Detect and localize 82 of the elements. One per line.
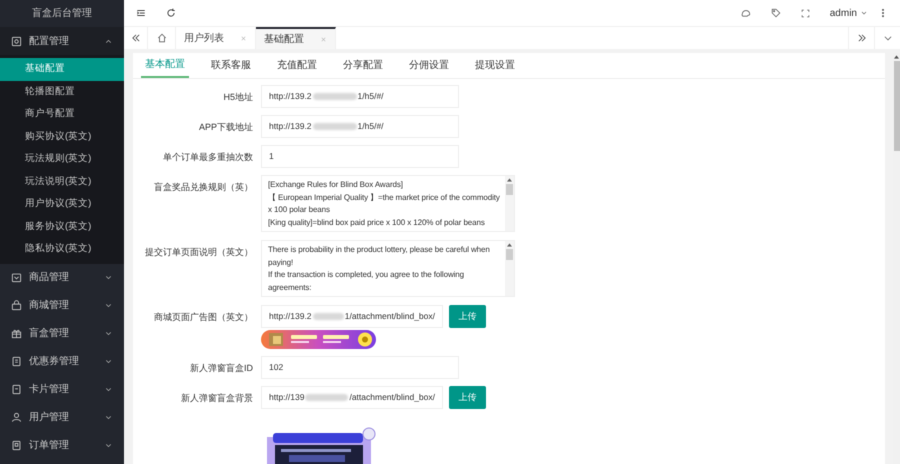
menu-item[interactable]: 基础配置 xyxy=(0,58,124,80)
menu-group[interactable]: 订单管理 xyxy=(0,432,124,460)
input-field[interactable]: http://139.2 1/attachment/blind_box/ xyxy=(261,305,443,328)
scrollbar-thumb[interactable] xyxy=(894,61,900,151)
menu-group[interactable]: 用户管理 xyxy=(0,404,124,432)
calendar-icon xyxy=(11,272,22,283)
scrollbar[interactable] xyxy=(505,241,514,296)
text-line: There is probability in the product lottery, please be careful when paying! xyxy=(268,244,491,269)
tab-label: 基础配置 xyxy=(264,32,304,46)
text-area[interactable]: [Exchange Rules for Blind Box Awards] 【 European Imperial Quality 】=the market price of the commodity x 100 polar beans [King quality]=blind box paid price x 100 x 120% of polar beans xyxy=(261,175,515,232)
ticket-icon xyxy=(11,356,22,367)
blurred-text xyxy=(305,394,348,401)
menu-item[interactable]: 商户号配置 xyxy=(0,103,124,126)
scrollbar-thumb[interactable] xyxy=(506,249,513,260)
sub-tab[interactable]: 提现设置 xyxy=(471,53,519,78)
menu-icon xyxy=(136,8,146,18)
text-line: 【 European Imperial Quality 】=the market price of the commodity x 100 polar beans xyxy=(268,192,501,216)
upload-button[interactable]: 上传 xyxy=(449,386,486,409)
menu-item[interactable]: 玩法规则(英文) xyxy=(0,148,124,170)
sub-tab[interactable]: 分佣设置 xyxy=(405,53,453,78)
input-field[interactable]: http://139.2 1/h5/#/ xyxy=(261,115,459,138)
menu-item[interactable]: 隐私协议(英文) xyxy=(0,238,124,260)
menu-item[interactable]: 玩法说明(英文) xyxy=(0,170,124,193)
upload-button[interactable]: 上传 xyxy=(449,305,486,328)
gear-icon xyxy=(11,36,22,46)
field-label: 盲盒奖品兑换规则（英） xyxy=(154,182,253,192)
sub-tab[interactable]: 分享配置 xyxy=(339,53,387,78)
user-menu[interactable]: admin xyxy=(830,6,857,20)
card-icon xyxy=(11,384,22,395)
scrollbar-thumb[interactable] xyxy=(506,184,513,195)
arrow-up-icon[interactable] xyxy=(507,176,512,184)
menu-group[interactable]: 优惠券管理 xyxy=(0,348,124,376)
field-label: 新人弹窗盲盒ID xyxy=(190,363,253,373)
bag-icon xyxy=(11,300,22,311)
input-field[interactable]: 102 xyxy=(261,356,459,379)
user-icon xyxy=(11,412,22,423)
input-field[interactable]: http://139.2 1/h5/#/ xyxy=(261,85,459,108)
field-label: APP下载地址 xyxy=(198,122,253,132)
field-label: 新人弹窗盲盒背景 xyxy=(181,393,253,403)
tag-icon xyxy=(770,8,781,18)
chevron-down-icon xyxy=(860,9,868,17)
field-label: 单个订单最多重抽次数 xyxy=(163,152,253,162)
close-icon xyxy=(240,34,247,42)
tab-label: 用户列表 xyxy=(184,32,224,46)
blurred-text xyxy=(312,123,357,130)
menu-item[interactable]: 服务协议(英文) xyxy=(0,216,124,238)
sub-tab[interactable]: 联系客服 xyxy=(207,53,255,78)
sub-tab[interactable]: 基本配置 xyxy=(141,53,189,78)
menu-item[interactable]: 用户协议(英文) xyxy=(0,193,124,216)
text-line: [King quality]=blind box paid price x 100 x 120% of polar beans xyxy=(268,216,486,229)
scrollbar[interactable] xyxy=(505,176,514,231)
clipboard-icon xyxy=(11,440,22,451)
page-tab[interactable]: 基础配置 xyxy=(256,27,336,49)
menu-item[interactable]: 轮播图配置 xyxy=(0,80,124,103)
menu-item[interactable]: 购买协议(英文) xyxy=(0,126,124,148)
menu-group[interactable]: 商品管理 xyxy=(0,264,124,292)
menu-group[interactable]: 卡片管理 xyxy=(0,376,124,404)
blurred-text xyxy=(312,93,357,100)
menu-group[interactable]: 盲盒管理 xyxy=(0,320,124,348)
menu-group[interactable]: 商城管理 xyxy=(0,292,124,320)
gift-icon xyxy=(11,328,22,339)
refresh-icon xyxy=(166,8,176,18)
text-line: [Exchange Rules for Blind Box Awards] xyxy=(268,179,404,191)
text-line: If the transaction is completed, you agree to the following agreements: xyxy=(268,269,465,294)
home-icon xyxy=(156,33,166,43)
field-label: 商城页面广告图（英文） xyxy=(154,312,253,322)
field-label: H5地址 xyxy=(223,92,253,102)
field-label: 提交订单页面说明（英文） xyxy=(145,247,253,257)
sub-tab[interactable]: 充值配置 xyxy=(273,53,321,78)
input-field[interactable]: http://139 /attachment/blind_box/ xyxy=(261,386,443,409)
double-chevron-left-icon xyxy=(130,33,140,43)
arrow-up-icon[interactable] xyxy=(894,53,899,61)
blurred-text xyxy=(312,313,344,320)
text-area[interactable]: There is probability in the product lottery, please be careful when paying! If the transaction is completed, you agree to the following agreements: xyxy=(261,240,515,297)
input-field[interactable]: 1 xyxy=(261,145,459,168)
palette-icon xyxy=(740,8,751,18)
close-icon xyxy=(320,36,327,42)
app-title: 盲盒后台管理 xyxy=(31,6,93,21)
double-chevron-right-icon xyxy=(856,33,866,43)
fullscreen-icon xyxy=(800,8,810,18)
arrow-up-icon[interactable] xyxy=(507,241,512,249)
menu-group[interactable]: 配置管理 xyxy=(0,27,124,55)
